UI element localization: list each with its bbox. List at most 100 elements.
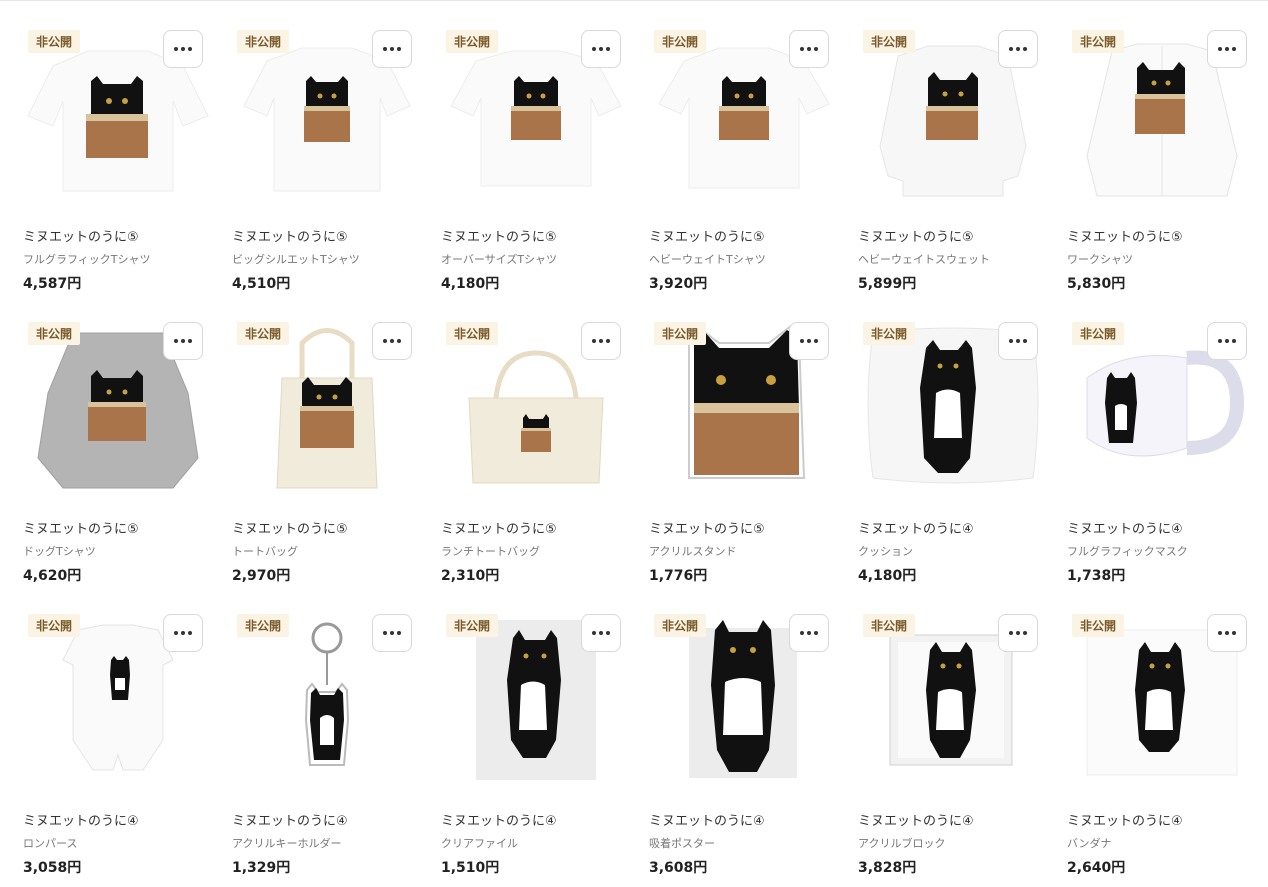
product-title[interactable]: ミヌエットのうに⑤ bbox=[441, 226, 557, 245]
product-price: 4,180円 bbox=[858, 568, 917, 584]
private-badge: 非公開 bbox=[446, 30, 499, 53]
more-options-button[interactable] bbox=[998, 322, 1038, 360]
product-card[interactable]: 非公開 ミヌエットのうに④ アクリルキーホルダー 1,329円 bbox=[232, 590, 422, 876]
private-badge: 非公開 bbox=[28, 30, 81, 53]
more-options-button[interactable] bbox=[998, 30, 1038, 68]
product-price: 3,058円 bbox=[23, 860, 82, 876]
more-options-button[interactable] bbox=[581, 322, 621, 360]
product-type: トートバッグ bbox=[232, 545, 298, 558]
product-price: 5,830円 bbox=[1067, 276, 1126, 292]
more-options-button[interactable] bbox=[998, 614, 1038, 652]
product-title[interactable]: ミヌエットのうに④ bbox=[23, 810, 139, 829]
more-icon bbox=[1009, 47, 1013, 51]
private-badge: 非公開 bbox=[863, 322, 916, 345]
more-icon bbox=[800, 339, 804, 343]
private-badge: 非公開 bbox=[1072, 614, 1125, 637]
more-icon bbox=[1009, 339, 1013, 343]
product-card[interactable]: 非公開 ミヌエットのうに⑤ ワークシャツ 5,830円 bbox=[1067, 6, 1257, 292]
product-price: 5,899円 bbox=[858, 276, 917, 292]
product-type: ワークシャツ bbox=[1067, 253, 1133, 266]
more-options-button[interactable] bbox=[1207, 322, 1247, 360]
product-card[interactable]: 非公開 ミヌエットのうに④ ロンパース 3,058円 bbox=[23, 590, 213, 876]
more-options-button[interactable] bbox=[163, 614, 203, 652]
product-card[interactable]: 非公開 ミヌエットのうに⑤ トートバッグ 2,970円 bbox=[232, 298, 422, 584]
more-options-button[interactable] bbox=[163, 30, 203, 68]
product-card[interactable]: 非公開 ミヌエットのうに④ バンダナ 2,640円 bbox=[1067, 590, 1257, 876]
product-type: クリアファイル bbox=[441, 837, 518, 850]
product-title[interactable]: ミヌエットのうに④ bbox=[441, 810, 557, 829]
product-card[interactable]: 非公開 ミヌエットのうに⑤ ヘビーウェイトTシャツ 3,920円 bbox=[649, 6, 839, 292]
product-card[interactable]: 非公開 ミヌエットのうに④ フルグラフィックマスク 1,738円 bbox=[1067, 298, 1257, 584]
product-type: フルグラフィックTシャツ bbox=[23, 253, 151, 266]
product-card[interactable]: 非公開 ミヌエットのうに⑤ ヘビーウェイトスウェット 5,899円 bbox=[858, 6, 1048, 292]
product-title[interactable]: ミヌエットのうに④ bbox=[858, 518, 974, 537]
more-options-button[interactable] bbox=[581, 30, 621, 68]
more-options-button[interactable] bbox=[372, 322, 412, 360]
more-options-button[interactable] bbox=[1207, 614, 1247, 652]
product-card[interactable]: 非公開 ミヌエットのうに⑤ ドッグTシャツ 4,620円 bbox=[23, 298, 213, 584]
product-type: 吸着ポスター bbox=[649, 837, 715, 850]
product-type: ヘビーウェイトスウェット bbox=[858, 253, 990, 266]
product-price: 3,608円 bbox=[649, 860, 708, 876]
product-price: 3,920円 bbox=[649, 276, 708, 292]
more-options-button[interactable] bbox=[789, 322, 829, 360]
product-card[interactable]: 非公開 ミヌエットのうに④ アクリルブロック 3,828円 bbox=[858, 590, 1048, 876]
product-price: 1,776円 bbox=[649, 568, 708, 584]
more-options-button[interactable] bbox=[581, 614, 621, 652]
product-title[interactable]: ミヌエットのうに④ bbox=[232, 810, 348, 829]
product-type: ドッグTシャツ bbox=[23, 545, 96, 558]
more-icon bbox=[1218, 339, 1222, 343]
more-icon bbox=[174, 631, 178, 635]
product-card[interactable]: 非公開 ミヌエットのうに⑤ ランチトートバッグ 2,310円 bbox=[441, 298, 631, 584]
product-title[interactable]: ミヌエットのうに④ bbox=[1067, 810, 1183, 829]
product-title[interactable]: ミヌエットのうに④ bbox=[649, 810, 765, 829]
product-card[interactable]: 非公開 ミヌエットのうに⑤ フルグラフィックTシャツ 4,587円 bbox=[23, 6, 213, 292]
product-title[interactable]: ミヌエットのうに④ bbox=[858, 810, 974, 829]
more-icon bbox=[800, 631, 804, 635]
product-grid: 非公開 ミヌエットのうに⑤ フルグラフィックTシャツ 4,587円 非公開 ミヌ… bbox=[0, 1, 1268, 887]
product-title[interactable]: ミヌエットのうに⑤ bbox=[649, 226, 765, 245]
product-card[interactable]: 非公開 ミヌエットのうに⑤ アクリルスタンド 1,776円 bbox=[649, 298, 839, 584]
more-icon bbox=[592, 339, 596, 343]
product-card[interactable]: 非公開 ミヌエットのうに④ クッション 4,180円 bbox=[858, 298, 1048, 584]
product-price: 1,329円 bbox=[232, 860, 291, 876]
product-title[interactable]: ミヌエットのうに⑤ bbox=[232, 518, 348, 537]
product-price: 4,587円 bbox=[23, 276, 82, 292]
private-badge: 非公開 bbox=[446, 322, 499, 345]
more-options-button[interactable] bbox=[789, 30, 829, 68]
product-card[interactable]: 非公開 ミヌエットのうに④ 吸着ポスター 3,608円 bbox=[649, 590, 839, 876]
product-title[interactable]: ミヌエットのうに⑤ bbox=[1067, 226, 1183, 245]
more-icon bbox=[383, 631, 387, 635]
product-title[interactable]: ミヌエットのうに⑤ bbox=[23, 518, 139, 537]
private-badge: 非公開 bbox=[863, 614, 916, 637]
product-title[interactable]: ミヌエットのうに⑤ bbox=[23, 226, 139, 245]
more-options-button[interactable] bbox=[163, 322, 203, 360]
private-badge: 非公開 bbox=[654, 30, 707, 53]
product-type: フルグラフィックマスク bbox=[1067, 545, 1188, 558]
product-price: 4,510円 bbox=[232, 276, 291, 292]
more-options-button[interactable] bbox=[372, 614, 412, 652]
product-type: オーバーサイズTシャツ bbox=[441, 253, 558, 266]
product-price: 1,510円 bbox=[441, 860, 500, 876]
private-badge: 非公開 bbox=[446, 614, 499, 637]
more-icon bbox=[1009, 631, 1013, 635]
product-title[interactable]: ミヌエットのうに⑤ bbox=[858, 226, 974, 245]
more-options-button[interactable] bbox=[789, 614, 829, 652]
more-icon bbox=[592, 47, 596, 51]
product-price: 4,620円 bbox=[23, 568, 82, 584]
product-title[interactable]: ミヌエットのうに⑤ bbox=[441, 518, 557, 537]
product-title[interactable]: ミヌエットのうに⑤ bbox=[232, 226, 348, 245]
product-card[interactable]: 非公開 ミヌエットのうに④ クリアファイル 1,510円 bbox=[441, 590, 631, 876]
product-title[interactable]: ミヌエットのうに④ bbox=[1067, 518, 1183, 537]
product-price: 2,310円 bbox=[441, 568, 500, 584]
product-price: 2,640円 bbox=[1067, 860, 1126, 876]
more-icon bbox=[174, 339, 178, 343]
product-price: 2,970円 bbox=[232, 568, 291, 584]
product-card[interactable]: 非公開 ミヌエットのうに⑤ オーバーサイズTシャツ 4,180円 bbox=[441, 6, 631, 292]
more-options-button[interactable] bbox=[372, 30, 412, 68]
more-icon bbox=[174, 47, 178, 51]
more-options-button[interactable] bbox=[1207, 30, 1247, 68]
product-card[interactable]: 非公開 ミヌエットのうに⑤ ビッグシルエットTシャツ 4,510円 bbox=[232, 6, 422, 292]
product-title[interactable]: ミヌエットのうに⑤ bbox=[649, 518, 765, 537]
product-type: ビッグシルエットTシャツ bbox=[232, 253, 360, 266]
